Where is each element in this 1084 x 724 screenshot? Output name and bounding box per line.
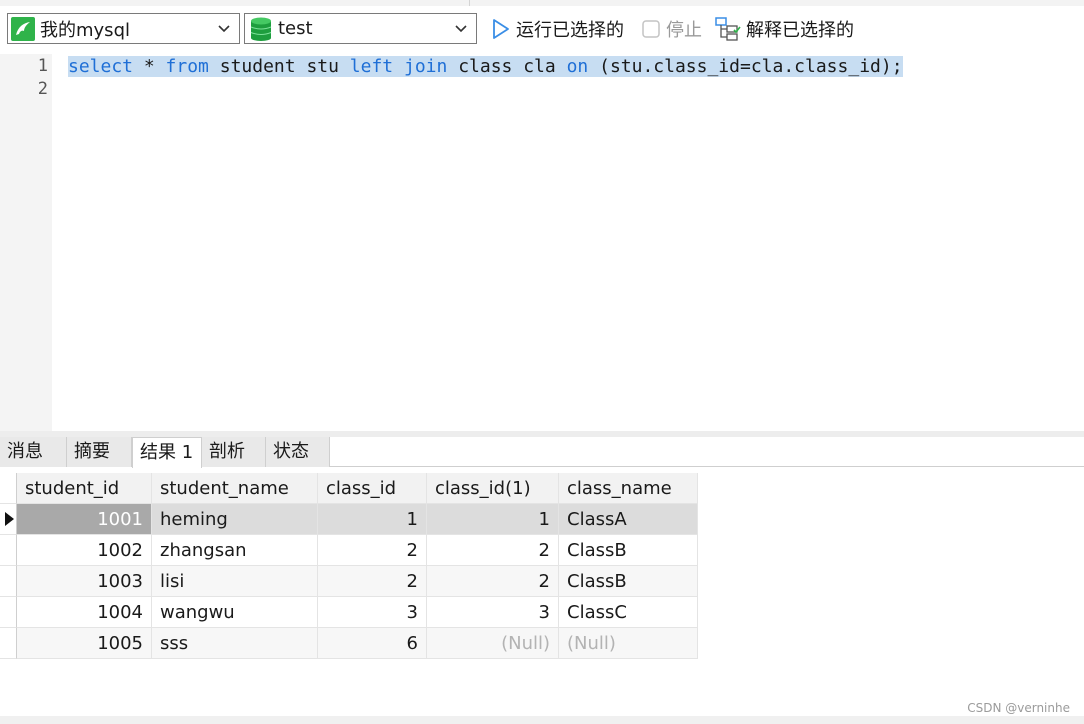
- play-icon: [493, 19, 509, 39]
- stop-button[interactable]: 停止: [641, 15, 702, 43]
- stop-label: 停止: [666, 20, 702, 41]
- sql-keyword: on: [566, 56, 589, 77]
- table-row[interactable]: 1001 heming 1 1 ClassA: [0, 504, 698, 535]
- table-cell[interactable]: 2: [318, 566, 427, 597]
- tab-messages[interactable]: 消息: [0, 437, 67, 467]
- sql-text: class cla: [447, 56, 567, 77]
- stop-icon: [642, 20, 660, 38]
- tab-status[interactable]: 状态: [266, 437, 330, 467]
- table-cell[interactable]: 1004: [17, 597, 152, 628]
- table-cell[interactable]: 2: [318, 535, 427, 566]
- table-row[interactable]: 1004 wangwu 3 3 ClassC: [0, 597, 698, 628]
- sql-keyword: from: [165, 56, 209, 77]
- line-number: 1: [37, 56, 48, 76]
- table-row[interactable]: 1002 zhangsan 2 2 ClassB: [0, 535, 698, 566]
- toolbar: 我的mysql test 运行已选择的 停止 解释已选择的: [0, 0, 1084, 56]
- divider: [469, 0, 470, 6]
- selected-sql-text: select * from student stu left join clas…: [68, 56, 903, 77]
- table-cell[interactable]: zhangsan: [152, 535, 318, 566]
- null-cell[interactable]: (Null): [559, 628, 698, 659]
- table-cell[interactable]: ClassB: [559, 535, 698, 566]
- status-bar: [0, 716, 1084, 724]
- watermark: CSDN @verninhe: [967, 701, 1070, 715]
- tab-result-1[interactable]: 结果 1: [132, 437, 202, 468]
- table-cell[interactable]: ClassB: [559, 566, 698, 597]
- table-cell[interactable]: 1003: [17, 566, 152, 597]
- table-cell[interactable]: wangwu: [152, 597, 318, 628]
- table-header-row: student_id student_name class_id class_i…: [0, 473, 698, 504]
- column-header[interactable]: class_id: [318, 473, 427, 504]
- sql-keyword: join: [404, 56, 448, 77]
- line-number: 2: [37, 79, 48, 99]
- database-dropdown[interactable]: test: [244, 13, 477, 44]
- table-cell[interactable]: 1: [427, 504, 559, 535]
- code-line[interactable]: select * from student stu left join clas…: [68, 55, 903, 79]
- table-cell[interactable]: 6: [318, 628, 427, 659]
- chevron-down-icon[interactable]: [454, 21, 468, 35]
- explain-tree-icon: [715, 17, 741, 41]
- null-cell[interactable]: (Null): [427, 628, 559, 659]
- table-row[interactable]: 1003 lisi 2 2 ClassB: [0, 566, 698, 597]
- table-cell[interactable]: 1001: [17, 504, 152, 535]
- table-cell[interactable]: 2: [427, 566, 559, 597]
- result-tabs: 消息 摘要 结果 1 剖析 状态: [0, 437, 1084, 468]
- table-cell[interactable]: sss: [152, 628, 318, 659]
- table-cell[interactable]: ClassC: [559, 597, 698, 628]
- line-number-gutter: 1 2: [0, 54, 52, 431]
- sql-text: *: [133, 56, 166, 77]
- table-cell[interactable]: heming: [152, 504, 318, 535]
- explain-selected-label: 解释已选择的: [746, 20, 854, 41]
- toolbar-top-strip: [0, 0, 1084, 6]
- database-name: test: [278, 18, 313, 39]
- connection-name: 我的mysql: [40, 19, 130, 41]
- column-header[interactable]: class_id(1): [427, 473, 559, 504]
- sql-editor[interactable]: 1 2 select * from student stu left join …: [0, 54, 1084, 431]
- table-cell[interactable]: lisi: [152, 566, 318, 597]
- database-icon: [250, 17, 272, 41]
- connection-dropdown[interactable]: 我的mysql: [7, 13, 240, 44]
- mysql-connection-icon: [11, 16, 35, 41]
- table-cell[interactable]: 1005: [17, 628, 152, 659]
- sql-keyword: select: [68, 56, 134, 77]
- tab-summary[interactable]: 摘要: [67, 437, 132, 467]
- table-cell[interactable]: 3: [318, 597, 427, 628]
- chevron-down-icon[interactable]: [217, 21, 231, 35]
- explain-selected-button[interactable]: 解释已选择的: [715, 15, 854, 43]
- column-header[interactable]: class_name: [559, 473, 698, 504]
- table-cell[interactable]: 1002: [17, 535, 152, 566]
- column-header[interactable]: student_id: [17, 473, 152, 504]
- table-cell[interactable]: ClassA: [559, 504, 698, 535]
- table-cell[interactable]: 1: [318, 504, 427, 535]
- table-row[interactable]: 1005 sss 6 (Null) (Null): [0, 628, 698, 659]
- sql-text: student stu: [208, 56, 350, 77]
- sql-keyword: left: [349, 56, 394, 77]
- run-selected-label: 运行已选择的: [516, 20, 624, 41]
- table-cell[interactable]: 3: [427, 597, 559, 628]
- column-header[interactable]: student_name: [152, 473, 318, 504]
- run-selected-button[interactable]: 运行已选择的: [491, 15, 624, 43]
- table-cell[interactable]: 2: [427, 535, 559, 566]
- tab-profile[interactable]: 剖析: [202, 437, 266, 467]
- sql-text: (stu.class_id=cla.class_id);: [588, 56, 903, 77]
